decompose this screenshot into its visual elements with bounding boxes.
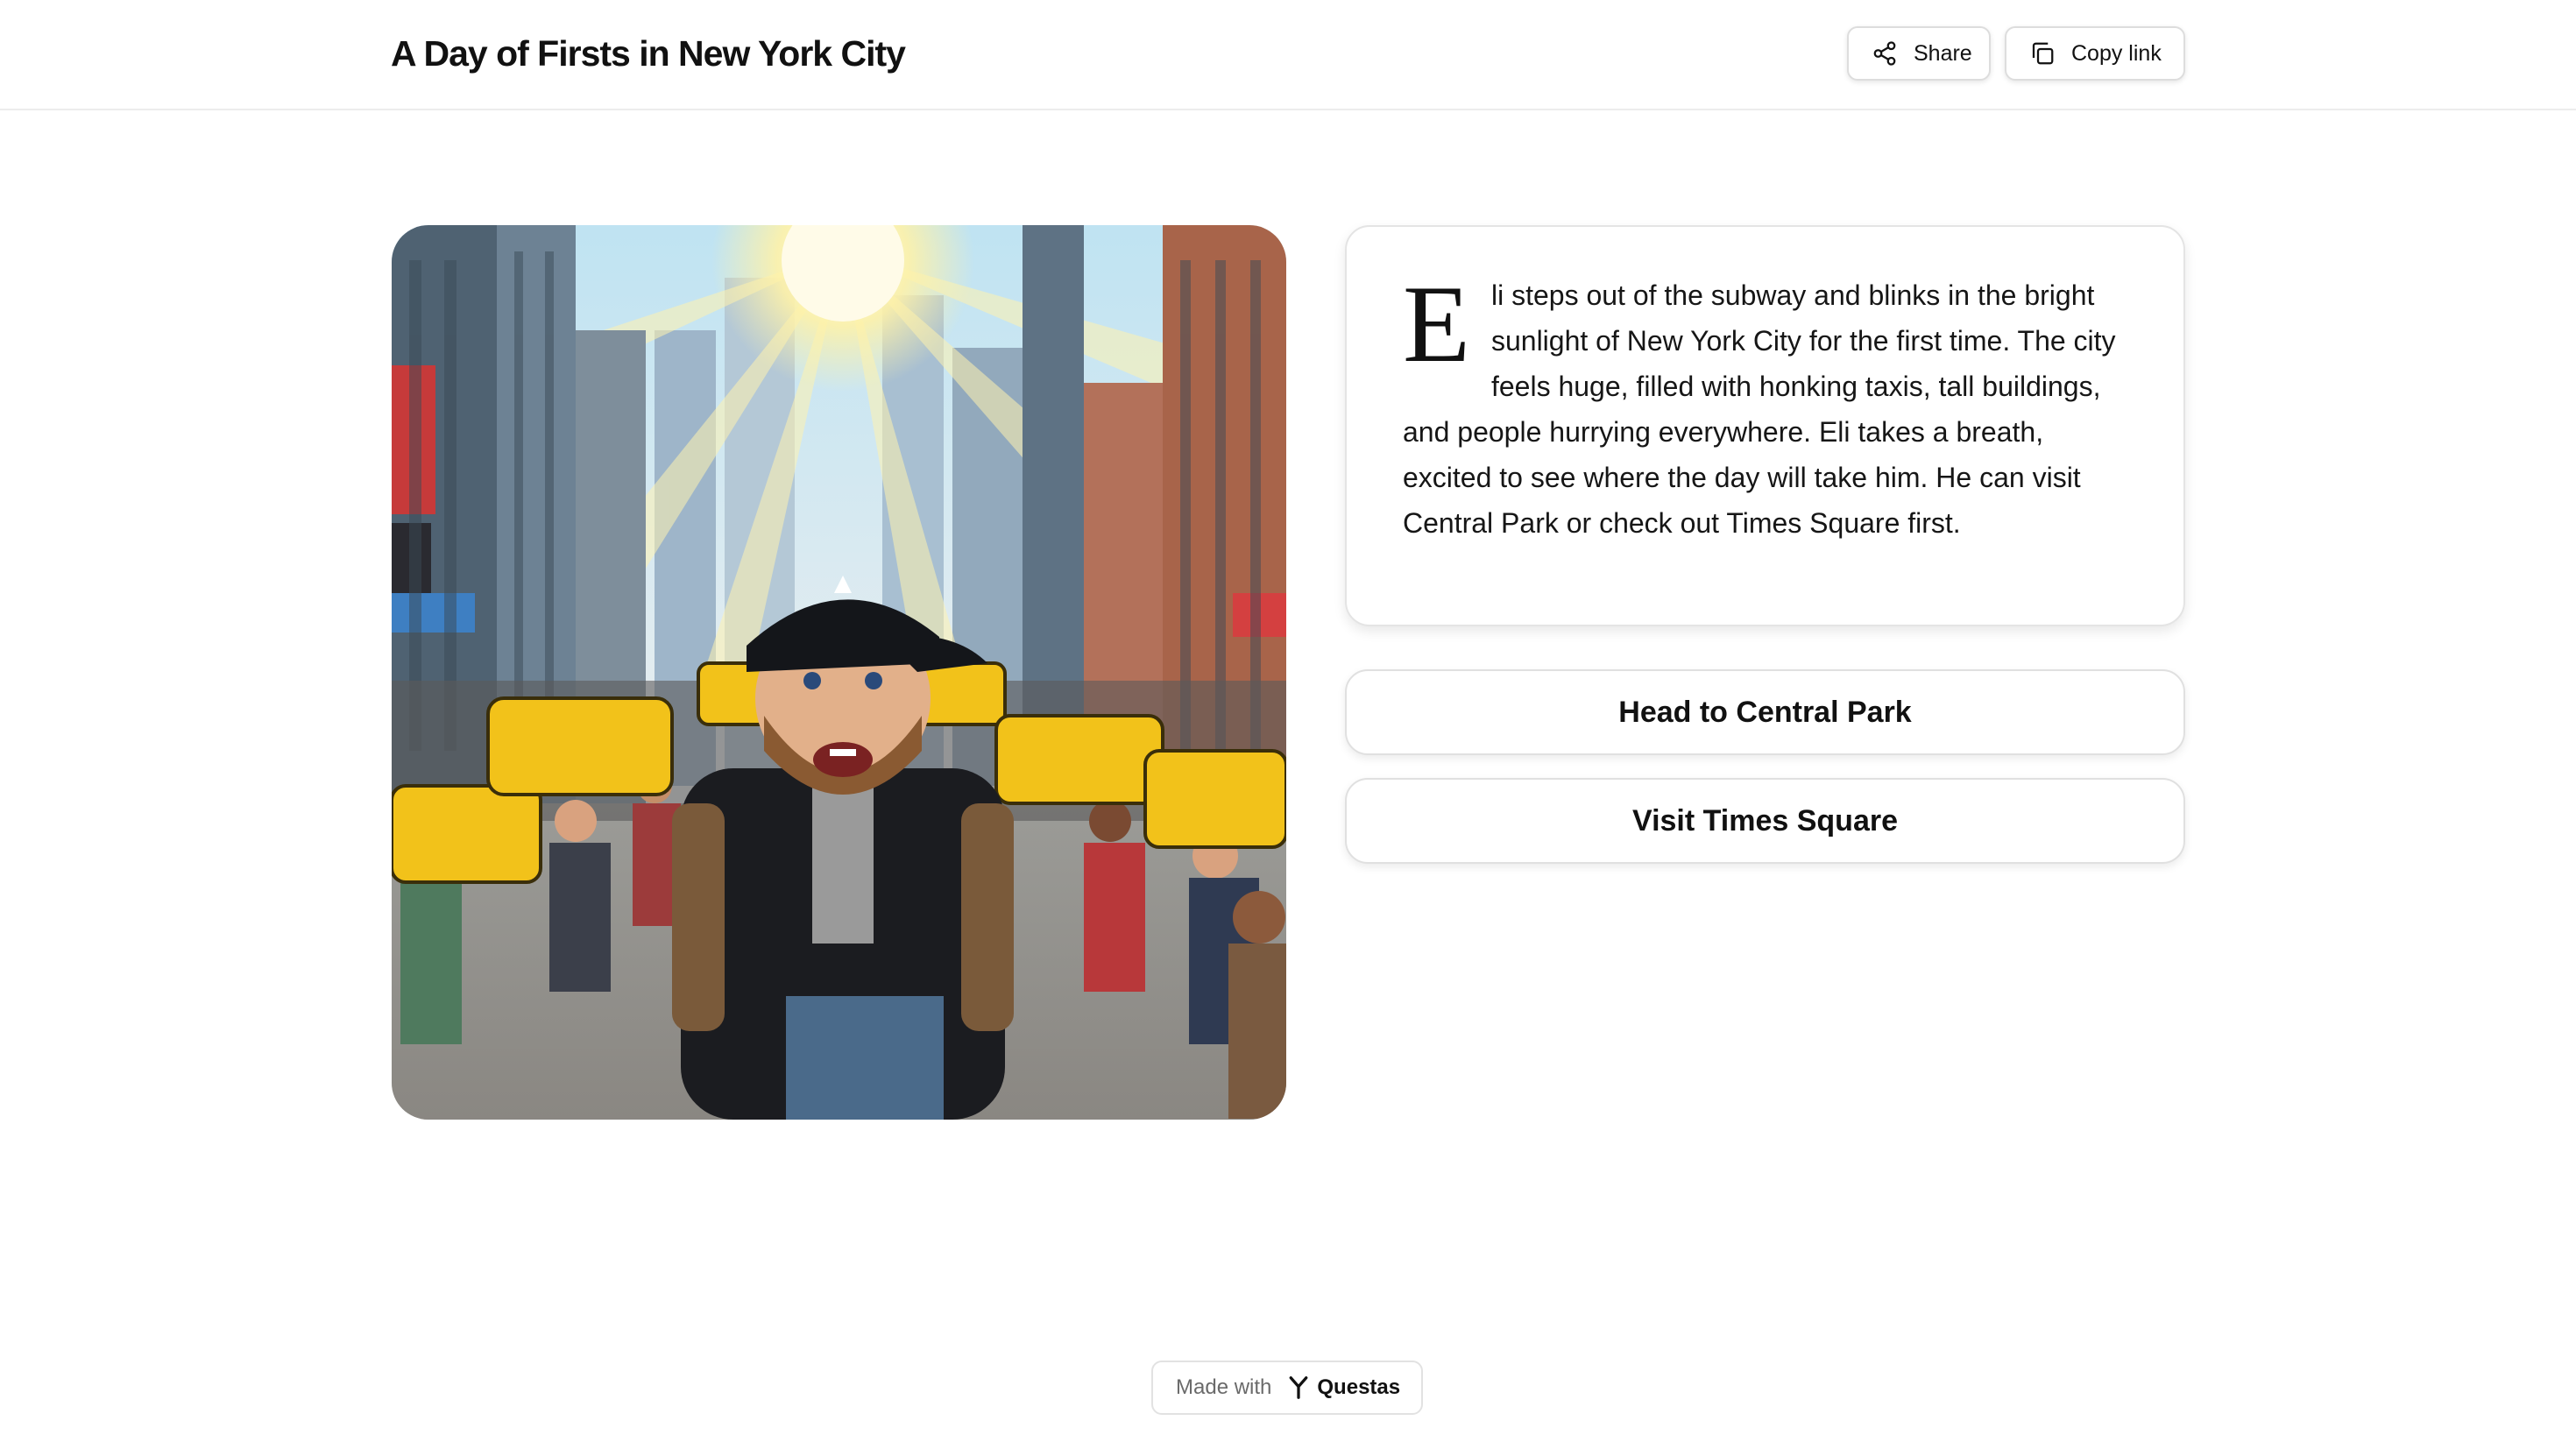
story-body: li steps out of the subway and blinks in…	[1403, 279, 2116, 539]
made-with-label: Made with	[1176, 1375, 1272, 1399]
copy-icon	[2032, 42, 2054, 65]
choice-central-park-button[interactable]: Head to Central Park	[1345, 669, 2185, 755]
branch-icon	[1290, 1376, 1308, 1399]
copy-link-label: Copy link	[2071, 40, 2162, 66]
share-label: Share	[1914, 40, 1972, 66]
share-icon	[1873, 41, 1896, 66]
top-bar: A Day of Firsts in New York City Share C…	[0, 0, 2576, 110]
copy-link-button[interactable]: Copy link	[2005, 26, 2185, 81]
story-text: E li steps out of the subway and blinks …	[1403, 264, 2129, 546]
brand-name: Questas	[1317, 1375, 1401, 1399]
choice-times-square-button[interactable]: Visit Times Square	[1345, 778, 2185, 864]
story-card: E li steps out of the subway and blinks …	[1345, 225, 2185, 626]
page-title: A Day of Firsts in New York City	[391, 33, 906, 74]
drop-cap: E	[1403, 264, 1470, 385]
story-illustration	[392, 225, 1286, 1120]
street-scene-image	[392, 225, 1286, 1120]
share-button[interactable]: Share	[1847, 26, 1991, 81]
made-with-badge[interactable]: Made with Questas	[1151, 1361, 1423, 1415]
